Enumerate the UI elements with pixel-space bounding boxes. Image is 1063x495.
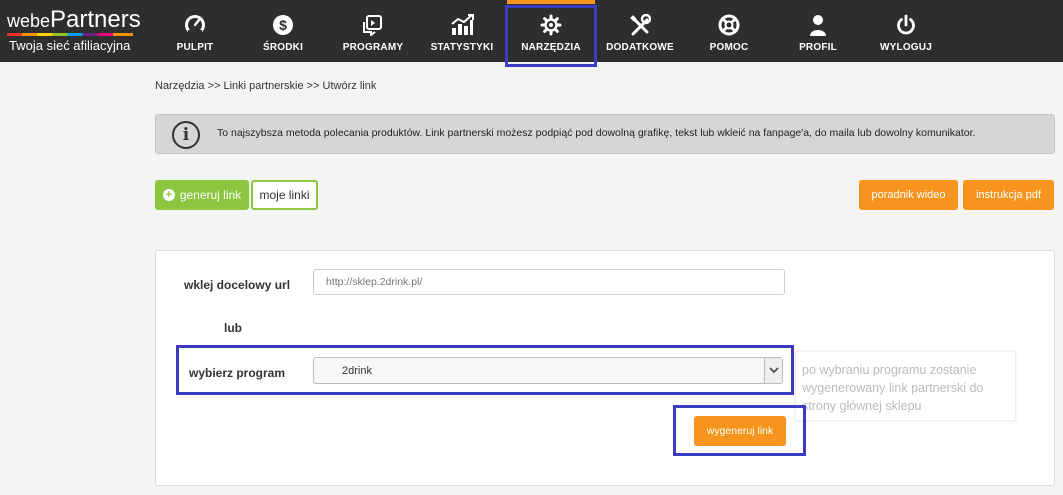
nav-item-srodki[interactable]: $ ŚRODKI (252, 0, 314, 62)
nav-label: DODATKOWE (606, 42, 674, 53)
nav-label: PROFIL (799, 42, 837, 53)
breadcrumb: Narzędzia >> Linki partnerskie >> Utwórz… (155, 80, 377, 92)
highlight-box-submit (673, 405, 806, 456)
my-links-button[interactable]: moje linki (251, 180, 318, 210)
logo-brand: webePartners (7, 6, 141, 33)
program-hint-tooltip: po wybraniu programu zostanie wygenerowa… (795, 351, 1016, 421)
program-hint-text: po wybraniu programu zostanie wygenerowa… (802, 363, 984, 413)
lifebuoy-icon (698, 14, 760, 36)
webepartners-logo[interactable]: webePartners Twoja sieć afiliacyjna (0, 0, 141, 62)
nav-item-pulpit[interactable]: PULPIT (164, 0, 226, 62)
info-banner: i To najszybsza metoda polecania produkt… (155, 114, 1055, 154)
target-url-input[interactable] (313, 269, 785, 295)
nav-label: STATYSTYKI (430, 42, 494, 53)
highlight-box-program (176, 345, 794, 395)
power-icon (873, 14, 939, 36)
nav-item-statystyki[interactable]: STATYSTYKI (427, 0, 497, 62)
logo-color-stripe (7, 33, 133, 36)
nav-item-programy[interactable]: PROGRAMY (336, 0, 410, 62)
info-text: To najszybsza metoda polecania produktów… (217, 127, 976, 139)
programs-icon (336, 14, 410, 36)
svg-text:$: $ (279, 17, 287, 33)
logo-tagline: Twoja sieć afiliacyjna (9, 38, 131, 53)
or-label: lub (224, 321, 242, 335)
pdf-guide-button[interactable]: instrukcja pdf (963, 180, 1054, 210)
nav-label: POMOC (709, 42, 749, 53)
chart-icon (427, 14, 497, 36)
info-icon: i (172, 121, 200, 149)
speedometer-icon (164, 14, 226, 36)
nav-item-wyloguj[interactable]: WYLOGUJ (873, 0, 939, 62)
nav-label: ŚRODKI (262, 42, 304, 53)
tools-icon (605, 14, 675, 36)
nav-label: PROGRAMY (342, 42, 404, 53)
nav-item-dodatkowe[interactable]: DODATKOWE (605, 0, 675, 62)
nav-label: WYLOGUJ (880, 42, 932, 53)
generate-link-button[interactable]: + generuj link (155, 180, 249, 210)
nav-item-pomoc[interactable]: POMOC (698, 0, 760, 62)
user-icon (787, 14, 849, 36)
plus-icon: + (162, 189, 175, 201)
url-label: wklej docelowy url (184, 278, 291, 292)
nav-item-profil[interactable]: PROFIL (787, 0, 849, 62)
video-guide-button[interactable]: poradnik wideo (859, 180, 958, 210)
highlight-box-narzedzia (505, 5, 597, 67)
nav-label: PULPIT (176, 42, 214, 53)
generate-link-label: generuj link (179, 188, 242, 202)
dollar-icon: $ (252, 14, 314, 36)
